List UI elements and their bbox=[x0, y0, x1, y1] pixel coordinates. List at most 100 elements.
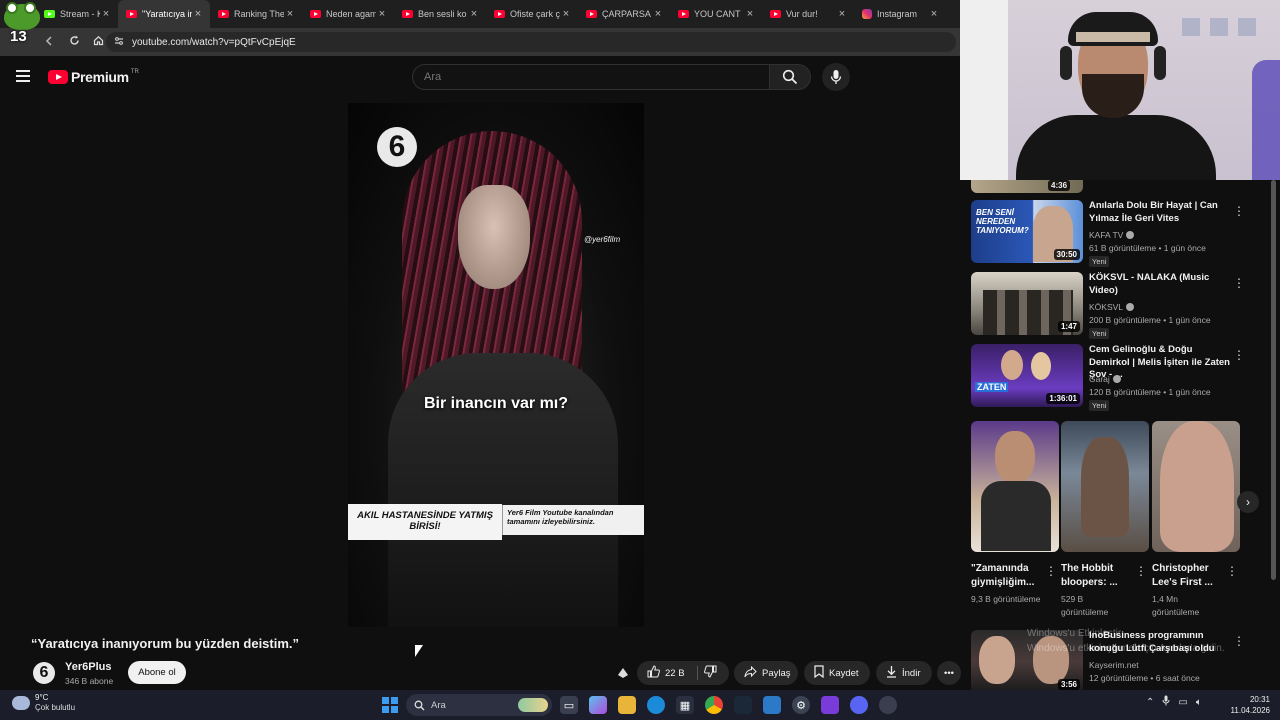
tab-label: Neden agam bbox=[326, 9, 376, 19]
more-vertical-icon[interactable]: ⋮ bbox=[1135, 564, 1147, 578]
weather-widget[interactable]: 9°C Çok bulutlu bbox=[12, 692, 75, 713]
youtube-premium-logo[interactable]: Premium TR bbox=[48, 69, 139, 85]
volume-icon[interactable]: 🔈︎ bbox=[1196, 697, 1202, 708]
tab-vur-dur[interactable]: Vur dur! × bbox=[762, 0, 854, 28]
close-icon[interactable]: × bbox=[100, 8, 112, 20]
search-button[interactable] bbox=[769, 64, 811, 90]
video-title[interactable]: Anılarla Dolu Bir Hayat | Can Yılmaz İle… bbox=[1089, 200, 1231, 225]
chrome-icon[interactable] bbox=[705, 696, 723, 714]
close-icon[interactable]: × bbox=[560, 8, 572, 20]
video-meta: 200 B görüntüleme • 1 gün önce bbox=[1089, 315, 1211, 325]
url-field[interactable]: youtube.com/watch?v=pQtFvCpEjqE bbox=[106, 32, 956, 52]
video-thumbnail[interactable]: 1:47 bbox=[971, 272, 1083, 335]
tab-ben-sesli[interactable]: Ben sesli ko × bbox=[394, 0, 486, 28]
tab-ofiste[interactable]: Ofiste çark ç × bbox=[486, 0, 578, 28]
save-button[interactable]: Kaydet bbox=[804, 661, 870, 685]
video-player[interactable]: 6 @yer6film Bir inancın var mı? AKIL HAS… bbox=[348, 103, 644, 627]
reload-icon[interactable] bbox=[62, 35, 86, 49]
thumbs-up-icon[interactable] bbox=[647, 665, 660, 681]
close-icon[interactable]: × bbox=[192, 8, 204, 20]
more-vertical-icon[interactable]: ⋮ bbox=[1226, 564, 1238, 578]
channel-name[interactable]: Kayserim.net bbox=[1089, 660, 1139, 670]
discord-icon[interactable] bbox=[850, 696, 868, 714]
taskbar-search[interactable]: Ara bbox=[406, 694, 552, 716]
avatar[interactable]: 6 bbox=[33, 662, 55, 684]
site-info-icon[interactable] bbox=[114, 36, 124, 48]
close-icon[interactable]: × bbox=[652, 8, 664, 20]
more-vertical-icon[interactable]: ⋮ bbox=[1233, 348, 1245, 362]
more-vertical-icon[interactable]: ⋮ bbox=[1233, 276, 1245, 290]
system-clock[interactable]: 20:31 11.04.2026 bbox=[1226, 694, 1270, 716]
short-thumbnail[interactable] bbox=[1061, 421, 1149, 552]
short-title[interactable]: "Zamanında giymişliğim... bbox=[971, 562, 1041, 590]
tab-counter-avatar[interactable]: 13 bbox=[2, 2, 46, 45]
channel-name[interactable]: Garaj bbox=[1089, 374, 1121, 384]
close-icon[interactable]: × bbox=[468, 8, 480, 20]
shorts-shelf: "Zamanında giymişliğim... 9,3 B görüntül… bbox=[971, 421, 1259, 621]
more-vertical-icon[interactable]: ⋮ bbox=[1233, 634, 1245, 648]
more-vertical-icon[interactable]: ⋮ bbox=[1045, 564, 1057, 578]
tab-neden[interactable]: Neden agam × bbox=[302, 0, 394, 28]
recorder-icon[interactable] bbox=[879, 696, 897, 714]
obs-icon[interactable] bbox=[821, 696, 839, 714]
steam-icon[interactable] bbox=[734, 696, 752, 714]
more-vertical-icon[interactable]: ⋮ bbox=[1233, 204, 1245, 218]
short-title[interactable]: The Hobbit bloopers: ... bbox=[1061, 562, 1131, 590]
copilot-icon[interactable] bbox=[589, 696, 607, 714]
list-item[interactable]: ZATEN 1:36:01 Cem Gelinoğlu & Doğu Demir… bbox=[971, 344, 1251, 411]
chevron-right-icon[interactable]: › bbox=[1237, 491, 1259, 513]
close-icon[interactable]: × bbox=[928, 8, 940, 20]
video-thumbnail[interactable]: ZATEN 1:36:01 bbox=[971, 344, 1083, 407]
hamburger-menu-icon[interactable] bbox=[16, 70, 30, 82]
tab-label: Ranking The bbox=[234, 9, 284, 19]
list-item[interactable]: 1:47 KÖKSVL - NALAKA (Music Video) KÖKSV… bbox=[971, 272, 1251, 339]
short-thumbnail[interactable] bbox=[1152, 421, 1240, 552]
display-icon[interactable]: ▭ bbox=[1178, 697, 1187, 708]
more-actions-button[interactable]: ••• bbox=[937, 661, 961, 685]
settings-gear-icon[interactable]: ⚙ bbox=[792, 696, 810, 714]
remix-button[interactable] bbox=[612, 661, 634, 685]
file-explorer-icon[interactable] bbox=[618, 696, 636, 714]
tab-instagram[interactable]: Instagram × bbox=[854, 0, 946, 28]
channel-name[interactable]: KAFA TV bbox=[1089, 230, 1135, 240]
chevron-up-icon[interactable]: ⌃ bbox=[1146, 697, 1154, 708]
duration-badge: 4:36 bbox=[1048, 180, 1071, 191]
tab-carparsa[interactable]: ÇARPARSA F × bbox=[578, 0, 670, 28]
close-icon[interactable]: × bbox=[836, 8, 848, 20]
channel-name[interactable]: Yer6Plus bbox=[65, 661, 111, 673]
short-item[interactable]: "Zamanında giymişliğim... 9,3 B görüntül… bbox=[971, 421, 1059, 606]
video-title[interactable]: InoBusiness programının konuğu Lütfi Çar… bbox=[1089, 630, 1231, 655]
close-icon[interactable]: × bbox=[376, 8, 388, 20]
list-item[interactable]: 3:56 InoBusiness programının konuğu Lütf… bbox=[971, 630, 1251, 690]
tab-current-video[interactable]: "Yaratıcıya in × bbox=[118, 0, 210, 28]
video-thumbnail[interactable]: BEN SENİ NEREDEN TANIYORUM? 30:50 bbox=[971, 200, 1083, 263]
thumbs-down-icon[interactable] bbox=[704, 665, 717, 681]
close-icon[interactable]: × bbox=[744, 8, 756, 20]
short-thumbnail[interactable] bbox=[971, 421, 1059, 552]
store-icon[interactable]: ▦ bbox=[676, 696, 694, 714]
tab-ranking[interactable]: Ranking The × bbox=[210, 0, 302, 28]
download-button[interactable]: İndir bbox=[876, 661, 932, 685]
search-input[interactable] bbox=[412, 64, 770, 90]
list-item[interactable]: BEN SENİ NEREDEN TANIYORUM? 30:50 Anılar… bbox=[971, 200, 1251, 267]
scrollbar[interactable] bbox=[1271, 180, 1276, 580]
task-view-icon[interactable]: ▭ bbox=[560, 696, 578, 714]
windows-start-icon[interactable] bbox=[382, 697, 398, 713]
voice-search-button[interactable] bbox=[822, 63, 850, 91]
short-title[interactable]: Christopher Lee's First ... bbox=[1152, 562, 1222, 590]
channel-name[interactable]: KÖKSVL bbox=[1089, 302, 1135, 312]
app-icon[interactable] bbox=[763, 696, 781, 714]
video-thumbnail[interactable]: 3:56 bbox=[971, 630, 1083, 690]
subscribe-button[interactable]: Abone ol bbox=[128, 661, 186, 684]
short-item[interactable]: Christopher Lee's First ... 1,4 Mn görün… bbox=[1152, 421, 1240, 619]
video-caption: Bir inancın var mı? bbox=[423, 395, 569, 412]
video-title[interactable]: KÖKSVL - NALAKA (Music Video) bbox=[1089, 272, 1231, 297]
edge-icon[interactable] bbox=[647, 696, 665, 714]
short-item[interactable]: The Hobbit bloopers: ... 529 B görüntüle… bbox=[1061, 421, 1149, 619]
microphone-icon[interactable] bbox=[1162, 695, 1170, 709]
close-icon[interactable]: × bbox=[284, 8, 296, 20]
tab-label: Ben sesli ko bbox=[418, 9, 467, 19]
share-button[interactable]: Paylaş bbox=[734, 661, 798, 685]
tab-you-cant[interactable]: YOU CANT × bbox=[670, 0, 762, 28]
like-count[interactable]: 22 B bbox=[665, 668, 685, 679]
